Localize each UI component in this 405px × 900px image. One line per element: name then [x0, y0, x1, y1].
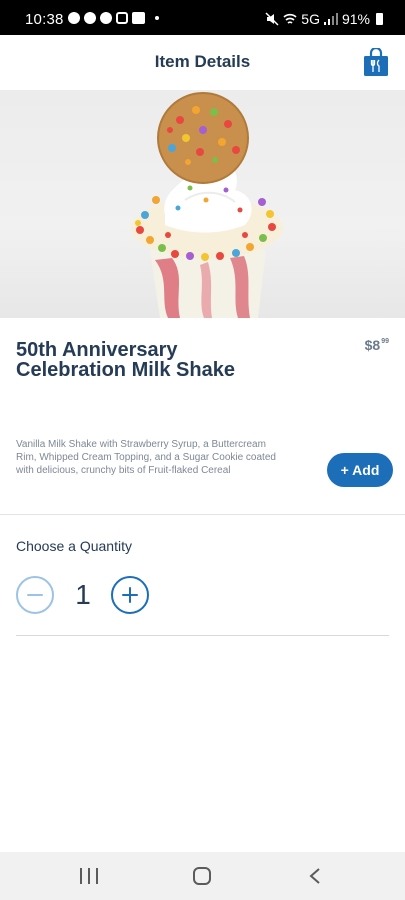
signal-icon [323, 13, 338, 25]
battery-icon [376, 13, 383, 25]
home-icon[interactable] [193, 867, 211, 885]
app-notification-icon [132, 12, 145, 24]
network-label: 5G [301, 11, 320, 27]
quantity-increment-button[interactable] [111, 576, 149, 614]
app-header: Item Details [0, 35, 405, 89]
section-divider [0, 514, 405, 515]
price-cents: 99 [381, 338, 389, 345]
quantity-decrement-button[interactable] [16, 576, 54, 614]
instagram-icon [116, 12, 128, 24]
system-nav-bar [0, 852, 405, 900]
status-time: 10:38 [25, 11, 64, 28]
status-indicators: 5G 91% [265, 11, 383, 27]
back-icon[interactable] [308, 867, 322, 885]
more-notifications-icon [155, 16, 159, 20]
status-bar: 10:38 5G 91% [0, 0, 405, 35]
facebook-icon [68, 12, 80, 24]
quantity-divider [16, 635, 389, 636]
plus-icon-vertical [129, 587, 131, 603]
recents-icon[interactable] [80, 868, 98, 884]
quantity-value: 1 [75, 579, 91, 610]
battery-percent: 91% [341, 11, 370, 27]
item-description: Vanilla Milk Shake with Strawberry Syrup… [16, 439, 276, 476]
facebook-icon [84, 12, 96, 24]
add-button[interactable]: + Add [327, 453, 393, 487]
notification-icons [68, 12, 159, 24]
item-title: 50th Anniversary Celebration Milk Shake [16, 339, 235, 381]
item-price: $899 [365, 337, 389, 353]
milkshake-photo [131, 92, 283, 318]
shopping-bag-icon[interactable] [363, 48, 389, 77]
minus-icon [27, 594, 43, 596]
wifi-icon [283, 13, 297, 24]
page-title: Item Details [154, 52, 251, 71]
item-image [0, 90, 405, 318]
facebook-icon [100, 12, 112, 24]
price-dollars: $8 [364, 337, 381, 353]
mute-icon [265, 12, 279, 26]
quantity-label: Choose a Quantity [16, 538, 132, 554]
